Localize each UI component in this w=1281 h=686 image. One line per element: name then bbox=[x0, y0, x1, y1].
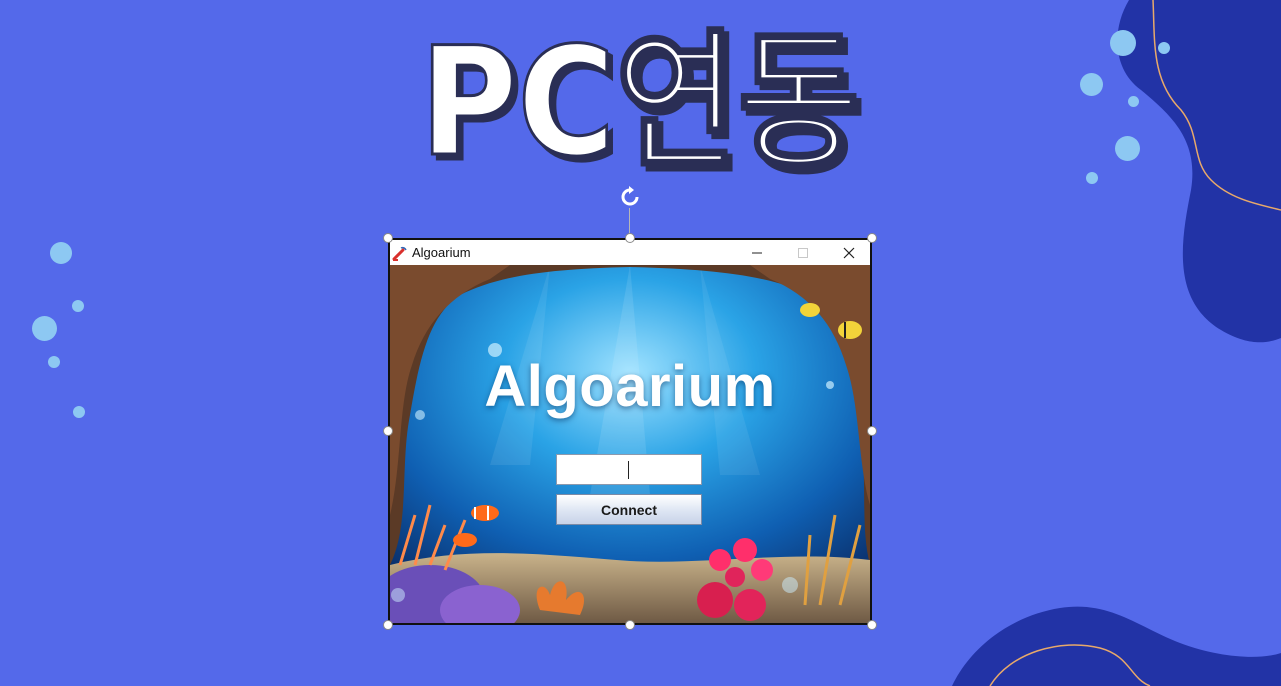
slide-title: PC연동 bbox=[415, 6, 865, 196]
slide-title-text: PC연동 bbox=[420, 16, 860, 190]
decorative-blob-top-right bbox=[1117, 0, 1281, 343]
underwater-background bbox=[390, 265, 870, 623]
minimize-icon bbox=[752, 252, 762, 253]
bubble bbox=[73, 406, 85, 418]
maximize-icon bbox=[798, 247, 808, 258]
resize-handle-right[interactable] bbox=[867, 426, 877, 436]
bubble bbox=[1115, 136, 1140, 161]
minimize-button[interactable] bbox=[734, 240, 780, 265]
bubble bbox=[1128, 96, 1139, 107]
bubble bbox=[1086, 172, 1098, 184]
resize-handle-top-right[interactable] bbox=[867, 233, 877, 243]
resize-handle-top-left[interactable] bbox=[383, 233, 393, 243]
decorative-blob-bottom-right bbox=[952, 606, 1281, 686]
resize-handle-bottom-right[interactable] bbox=[867, 620, 877, 630]
maximize-button[interactable] bbox=[780, 240, 826, 265]
bubble bbox=[1080, 73, 1103, 96]
resize-handle-bottom[interactable] bbox=[625, 620, 635, 630]
app-heading: Algoarium bbox=[484, 354, 776, 419]
bubble bbox=[50, 242, 72, 264]
resize-handle-bottom-left[interactable] bbox=[383, 620, 393, 630]
rotate-icon[interactable] bbox=[617, 184, 643, 210]
connect-button[interactable]: Connect bbox=[556, 494, 702, 525]
connection-input[interactable] bbox=[556, 454, 702, 485]
close-icon bbox=[843, 247, 855, 258]
close-button[interactable] bbox=[826, 240, 870, 265]
resize-handle-top[interactable] bbox=[625, 233, 635, 243]
java-cup-icon bbox=[392, 246, 407, 261]
app-window-screenshot: Algoarium Algoarium Connect bbox=[388, 238, 872, 625]
bubble bbox=[72, 300, 84, 312]
window-titlebar[interactable]: Algoarium bbox=[390, 240, 870, 265]
window-title: Algoarium bbox=[412, 245, 471, 260]
bubble bbox=[1110, 30, 1136, 56]
bubble bbox=[1158, 42, 1170, 54]
text-caret bbox=[628, 461, 629, 479]
resize-handle-left[interactable] bbox=[383, 426, 393, 436]
bubble bbox=[48, 356, 60, 368]
bubble bbox=[32, 316, 57, 341]
